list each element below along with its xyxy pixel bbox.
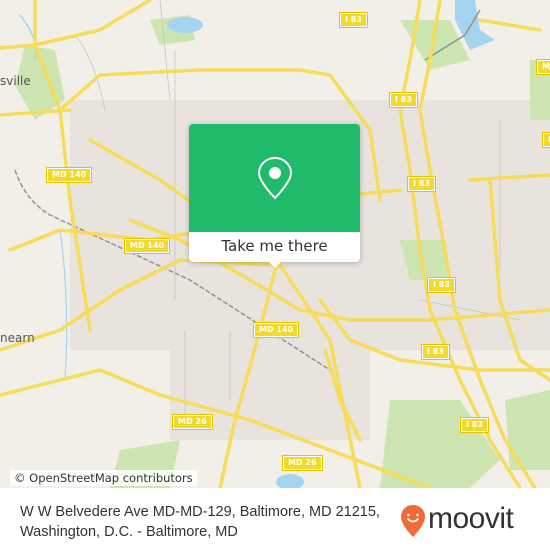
popup-header bbox=[189, 124, 360, 232]
moovit-pin-icon bbox=[401, 505, 425, 537]
route-shield: I 83 bbox=[460, 417, 489, 433]
address-text: W W Belvedere Ave MD-MD-129, Baltimore, … bbox=[20, 504, 380, 540]
route-shield: I 83 bbox=[427, 277, 456, 293]
route-shield: MD 26 bbox=[282, 455, 323, 471]
route-shield: M bbox=[536, 59, 550, 75]
map-pin-icon bbox=[257, 156, 293, 200]
route-shield: I 83 bbox=[389, 92, 418, 108]
route-shield: I bbox=[542, 132, 550, 148]
route-shield: I 83 bbox=[339, 12, 368, 28]
route-shield: MD 140 bbox=[45, 167, 93, 183]
take-me-there-button[interactable]: Take me there bbox=[189, 232, 360, 262]
route-shield: I 83 bbox=[421, 344, 450, 360]
route-shield: MD 140 bbox=[123, 238, 171, 254]
destination-popup: Take me there bbox=[189, 124, 360, 268]
place-label: sville bbox=[0, 74, 31, 88]
place-label: nearn bbox=[0, 331, 35, 345]
route-shield: MD 26 bbox=[172, 414, 213, 430]
moovit-wordmark: moovit bbox=[428, 502, 514, 535]
route-shield: I 83 bbox=[407, 176, 436, 192]
popup-pointer bbox=[267, 260, 283, 268]
route-shield: MD 140 bbox=[252, 322, 300, 338]
map-attribution[interactable]: © OpenStreetMap contributors bbox=[10, 470, 197, 486]
